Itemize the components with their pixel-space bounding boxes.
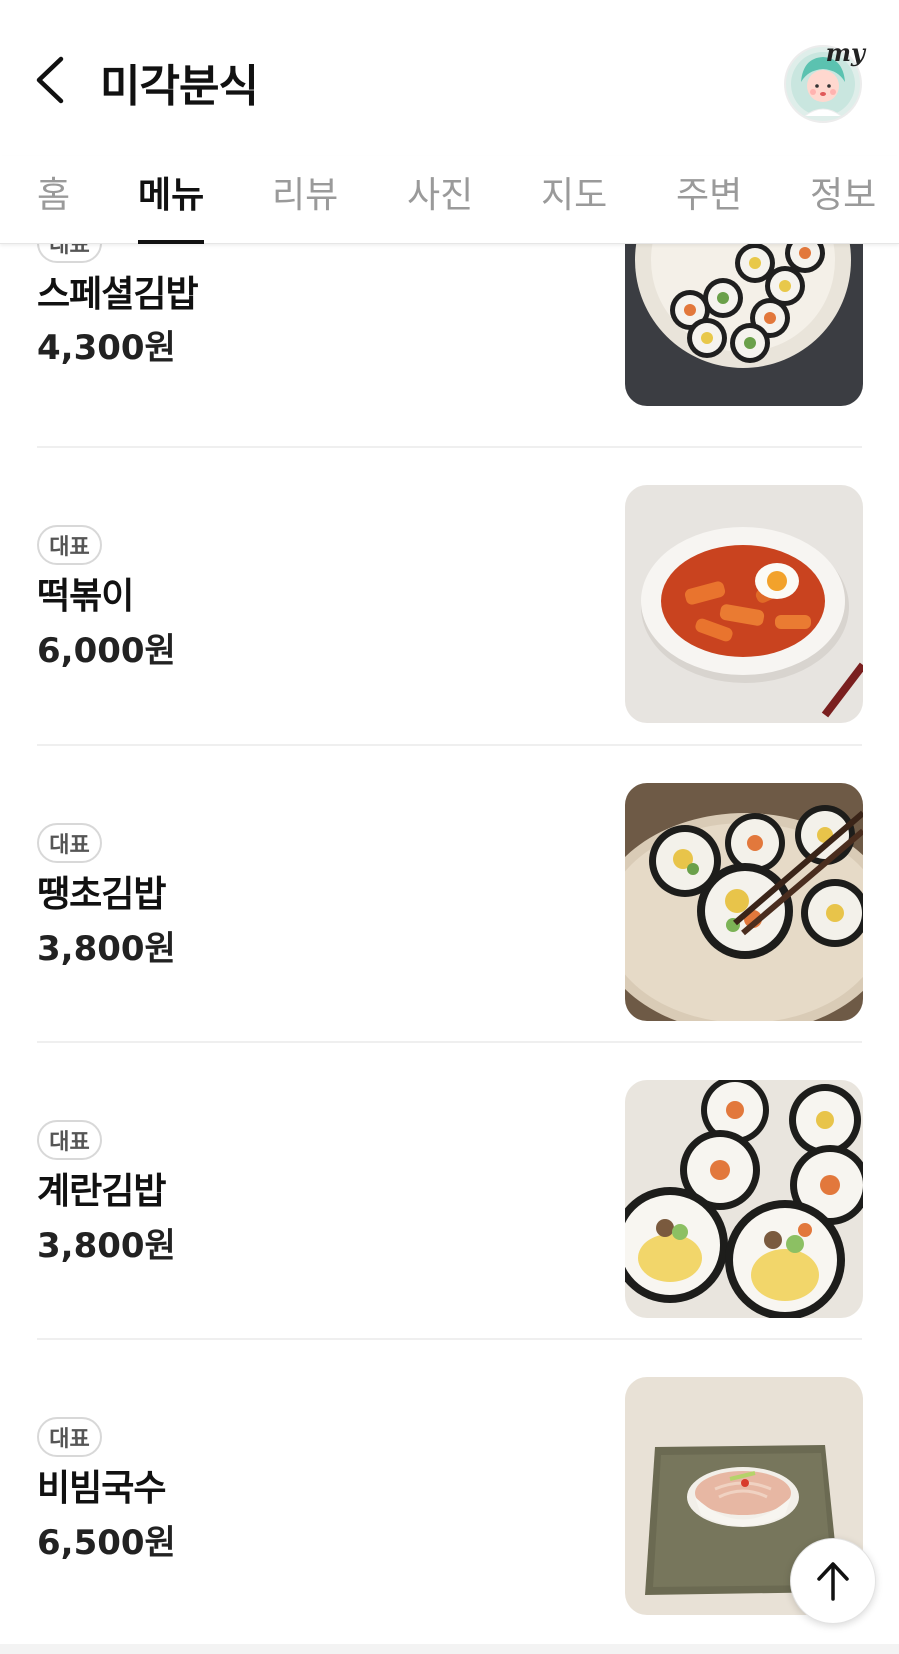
tab-map[interactable]: 지도: [541, 166, 607, 244]
kimbap-plate-photo: [625, 244, 863, 406]
signature-badge: 대표: [37, 244, 102, 263]
signature-badge: 대표: [37, 823, 102, 863]
tteokbokki-bowl-photo: [625, 485, 863, 723]
app-header: 미각분식 my: [0, 0, 899, 156]
tab-label: 리뷰: [272, 175, 339, 216]
menu-item-price: 3,800원: [37, 1226, 176, 1266]
tab-info[interactable]: 정보: [810, 166, 876, 244]
tab-label: 메뉴: [138, 175, 205, 216]
menu-item-price: 6,000원: [37, 631, 176, 671]
tab-label: 주변: [676, 175, 743, 216]
tab-label: 지도: [541, 175, 608, 216]
tab-label: 정보: [810, 175, 877, 216]
divider: [37, 744, 862, 746]
menu-list: 대표 스페셜김밥 4,300원 대표 떡볶이 6,000원 대표 땡초김밥 3,…: [0, 244, 899, 1644]
menu-item-name: 비빔국수: [37, 1468, 166, 1509]
tab-menu[interactable]: 메뉴: [138, 166, 205, 244]
page-title: 미각분식: [100, 61, 259, 112]
divider: [37, 1041, 862, 1043]
active-tab-indicator: [138, 240, 205, 244]
tab-label: 홈: [37, 175, 71, 216]
menu-item[interactable]: 대표 땡초김밥 3,800원: [0, 757, 899, 1070]
menu-item-name: 계란김밥: [37, 1171, 166, 1212]
my-label: my: [825, 38, 865, 67]
tab-nearby[interactable]: 주변: [676, 166, 742, 244]
tab-home[interactable]: 홈: [37, 166, 70, 244]
kimbap-chopsticks-photo: [625, 783, 863, 1021]
back-button[interactable]: [30, 52, 70, 108]
chevron-left-icon: [36, 56, 64, 104]
scroll-to-top-button[interactable]: [790, 1538, 876, 1624]
menu-item[interactable]: 대표 스페셜김밥 4,300원: [0, 244, 899, 488]
menu-item[interactable]: 대표 계란김밥 3,800원: [0, 1054, 899, 1367]
menu-item-name: 스페셜김밥: [37, 274, 199, 315]
menu-item-name: 떡볶이: [37, 576, 134, 617]
tab-bar: 홈 메뉴 리뷰 사진 지도 주변 정보: [0, 156, 899, 244]
divider: [37, 446, 862, 448]
menu-item-price: 6,500원: [37, 1523, 176, 1563]
arrow-up-icon: [817, 1562, 849, 1601]
divider: [37, 1338, 862, 1340]
menu-item[interactable]: 대표 비빔국수 6,500원: [0, 1351, 899, 1644]
menu-item-price: 4,300원: [37, 328, 176, 368]
tab-photos[interactable]: 사진: [407, 166, 473, 244]
tab-label: 사진: [407, 175, 474, 216]
signature-badge: 대표: [37, 1417, 102, 1457]
egg-kimbap-photo: [625, 1080, 863, 1318]
signature-badge: 대표: [37, 1120, 102, 1160]
tab-reviews[interactable]: 리뷰: [272, 166, 338, 244]
menu-item-price: 3,800원: [37, 929, 176, 969]
bottom-edge: [0, 1644, 899, 1654]
signature-badge: 대표: [37, 525, 102, 565]
menu-item-name: 땡초김밥: [37, 874, 166, 915]
menu-item[interactable]: 대표 떡볶이 6,000원: [0, 459, 899, 772]
my-profile-button[interactable]: my: [783, 38, 865, 124]
